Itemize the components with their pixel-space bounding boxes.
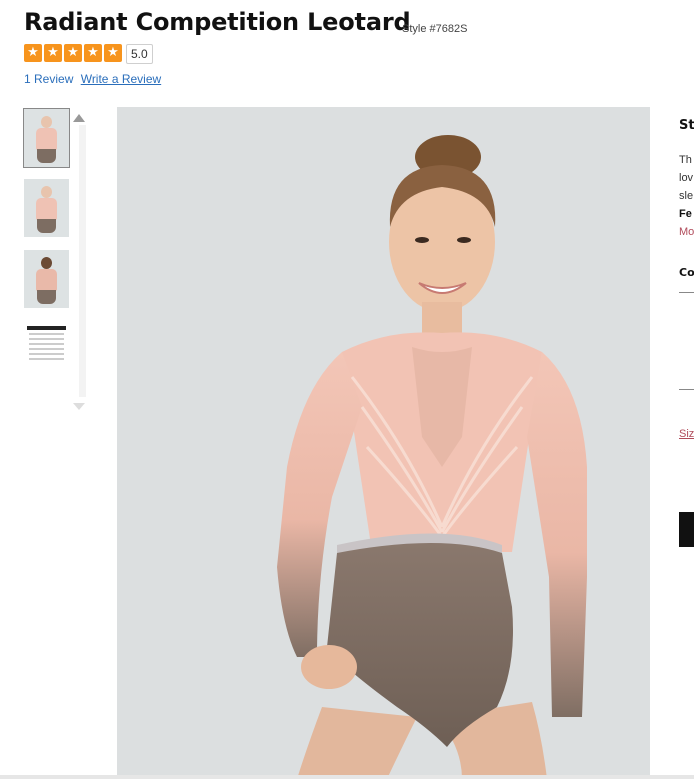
desc-line: sle [679,190,694,202]
color-heading: Co [679,266,694,279]
product-details-panel: St Th lov sle Fe Mo Co Siz [679,0,694,779]
details-description: Th lov sle Fe Mo [679,151,694,241]
thumb-bottom [37,219,56,233]
thumb-top [36,128,57,150]
thumbnail-size-chart[interactable] [24,321,69,379]
thumb-bottom [37,290,56,304]
star-icon: ★ [84,44,102,62]
color-swatch[interactable] [679,292,694,390]
rating-value: 5.0 [126,44,153,64]
review-count-link[interactable]: 1 Review [24,72,73,86]
star-rating[interactable]: ★ ★ ★ ★ ★ [24,44,122,62]
thumbnail-front-selected[interactable] [23,108,70,168]
thumbnail-scroll-track[interactable] [79,125,86,397]
details-heading: St [679,118,694,133]
add-to-cart-button[interactable] [679,512,694,547]
product-title: Radiant Competition Leotard [24,8,411,36]
thumb-bottom [37,149,56,163]
main-product-image[interactable] [117,107,650,779]
thumb-head [41,257,52,269]
scroll-up-arrow-icon[interactable] [73,114,85,122]
features-label: Fe [679,208,692,220]
page-bottom-edge [0,775,694,779]
scroll-down-arrow-icon[interactable] [73,403,85,410]
thumbnail-back[interactable] [24,250,69,308]
thumb-head [41,186,52,198]
star-icon: ★ [104,44,122,62]
star-icon: ★ [44,44,62,62]
review-links: 1 Review Write a Review [24,72,161,86]
size-chart-icon [27,326,66,374]
more-link[interactable]: Mo [679,223,694,241]
size-chart-link[interactable]: Siz [679,428,694,440]
star-icon: ★ [64,44,82,62]
style-number: Style #7682S [402,23,468,35]
thumb-head [41,116,52,128]
desc-line: Th [679,154,692,166]
write-review-link[interactable]: Write a Review [81,72,161,86]
star-icon: ★ [24,44,42,62]
thumb-top [36,198,57,220]
thumbnail-front[interactable] [24,179,69,237]
model-photo-illustration [117,107,650,779]
thumb-top [36,269,57,291]
desc-line: lov [679,172,694,184]
